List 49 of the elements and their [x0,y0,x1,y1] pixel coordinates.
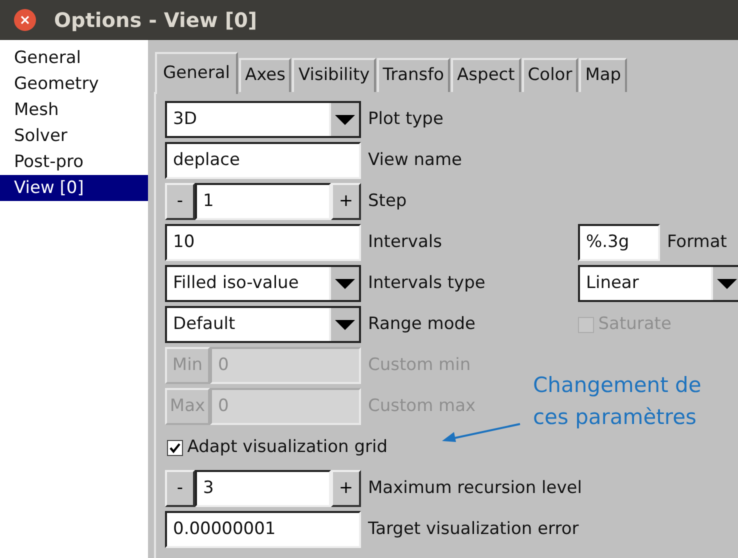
dropdown[interactable]: Default [165,306,361,343]
sidebar-item[interactable]: View [0] [0,175,148,201]
dropdown[interactable]: 3D [165,101,361,138]
annotation-text: Changement de ces paramètres [533,372,702,431]
field-label: Intervals [368,230,442,254]
field-label: Maximum recursion level [368,476,582,500]
dropdown-arrow-icon[interactable] [717,278,737,288]
checkbox-label: Adapt visualization grid [187,436,388,459]
min-max-button: Min [165,347,210,384]
field-label: Format [667,230,727,254]
increment-button[interactable]: + [331,183,361,220]
field-label: Target visualization error [368,518,579,541]
tab[interactable]: Aspect [451,58,521,92]
tab[interactable]: Visibility [292,58,376,92]
increment-button[interactable]: + [331,470,361,507]
dropdown-arrow-icon[interactable] [335,114,355,124]
tab[interactable]: Map [579,58,628,92]
dropdown[interactable]: Filled iso-value [165,265,361,302]
window-title: Options - View [0] [54,7,258,34]
input-field: 0 [210,388,361,425]
input-field[interactable]: 0.00000001 [165,511,361,548]
field-label: Range mode [368,312,476,336]
decrement-button[interactable]: - [165,470,195,507]
close-icon[interactable] [14,9,36,31]
input-field[interactable]: 10 [165,224,361,261]
input-field[interactable]: 1 [195,183,331,220]
input-field: 0 [210,347,361,384]
sidebar-item[interactable]: General [0,45,148,71]
input-field[interactable]: deplace [165,142,361,179]
dropdown-arrow-icon[interactable] [335,278,355,288]
sidebar-item[interactable]: Geometry [0,71,148,97]
min-max-button: Max [165,388,210,425]
tab[interactable]: General [155,52,238,94]
field-label: View name [368,148,462,172]
dropdown-arrow-icon[interactable] [335,320,355,330]
dropdown[interactable]: Linear [578,265,738,302]
decrement-button[interactable]: - [165,183,195,220]
field-label: Plot type [368,108,444,131]
field-label: Intervals type [368,272,486,295]
tab[interactable]: Axes [239,58,292,92]
input-field[interactable]: %.3g [578,224,660,261]
tab[interactable]: Transfo [376,58,450,92]
sidebar-item[interactable]: Mesh [0,97,148,123]
checkbox[interactable] [167,440,183,456]
field-label: Step [368,190,407,213]
sidebar-item[interactable]: Solver [0,123,148,149]
tab[interactable]: Color [522,58,578,92]
sidebar-item[interactable]: Post-pro [0,149,148,175]
input-field[interactable]: 3 [195,470,331,507]
